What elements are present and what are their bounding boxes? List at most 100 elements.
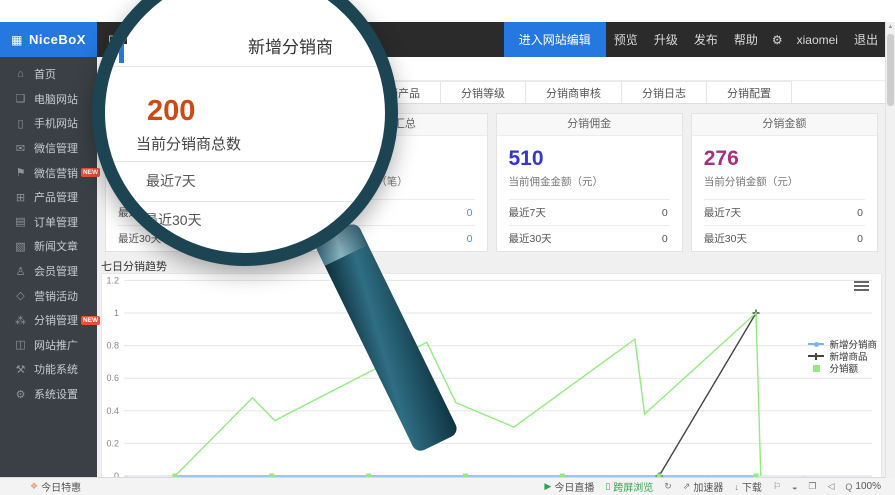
todays-deal[interactable]: ❖ 今日特惠	[0, 479, 81, 494]
publish-link[interactable]: 发布	[686, 31, 726, 48]
stat-card-value-label: 当前分销金额（元）	[704, 174, 865, 189]
sidebar-item-product-manage[interactable]: ⊞ 产品管理	[0, 185, 97, 210]
logo-text: NiceBoX	[29, 32, 86, 47]
live-broadcast-label: 今日直播	[554, 479, 594, 494]
live-broadcast[interactable]: ▶ 今日直播	[544, 479, 594, 494]
sidebar: ⌂ 首页 ❑ 电脑网站 ▯ 手机网站 ✉ 微信管理 ⚑ 微信营销 NEW ⊞ 产…	[0, 57, 97, 478]
new-badge: NEW	[81, 168, 100, 177]
chart-plot: 00.20.40.60.811.22016-09-032016-09-04201…	[102, 274, 881, 487]
tab-distributor-review[interactable]: 分销商审核	[526, 81, 622, 103]
refresh-icon: ↻	[664, 481, 672, 492]
sidebar-item-site-promotion[interactable]: ◫ 网站推广	[0, 333, 97, 358]
chart-menu-button[interactable]	[854, 281, 869, 293]
sidebar-item-mobile-site[interactable]: ▯ 手机网站	[0, 111, 97, 136]
chart-legend: 新增分销商 新增商品 分销额	[808, 338, 877, 374]
sidebar-item-wechat-marketing[interactable]: ⚑ 微信营销 NEW	[0, 160, 97, 185]
mute-button[interactable]: ◁	[827, 481, 834, 492]
svg-text:0.4: 0.4	[106, 406, 119, 416]
sidebar-item-system-settings[interactable]: ⚙ 系统设置	[0, 382, 97, 407]
product-icon: ⊞	[13, 191, 28, 204]
help-link[interactable]: 帮助	[726, 31, 766, 48]
stat-row-value: 0	[855, 207, 863, 219]
stat-row: 最近30天 0	[509, 225, 670, 251]
username[interactable]: xiaomei	[789, 33, 846, 47]
tab-distribution-config[interactable]: 分销配置	[707, 81, 792, 103]
sidebar-item-news-articles[interactable]: ▧ 新闻文章	[0, 234, 97, 259]
zoom-level-value: 100%	[855, 481, 881, 492]
sidebar-item-distribution-manage[interactable]: ⁂ 分销管理 NEW	[0, 308, 97, 333]
tab-distribution-log[interactable]: 分销日志	[622, 81, 707, 103]
sidebar-item-member-manage[interactable]: ♙ 会员管理	[0, 259, 97, 284]
sidebar-item-label: 功能系统	[34, 361, 78, 377]
sidebar-item-marketing-campaign[interactable]: ◇ 营销活动	[0, 283, 97, 308]
stat-row-value-link[interactable]: 0	[465, 207, 473, 219]
sidebar-item-label: 微信营销	[34, 165, 78, 181]
svg-text:1.2: 1.2	[106, 275, 119, 285]
stat-row-value: 0	[855, 233, 863, 245]
gift-icon: ❖	[30, 481, 38, 492]
magnified-stat-row-label: 最近30天	[144, 210, 202, 230]
stat-row-value-link[interactable]: 0	[465, 233, 473, 245]
sidebar-item-label: 会员管理	[34, 263, 78, 279]
statusbar: ❖ 今日特惠 ▶ 今日直播 ▯ 跨屏浏览 ↻ ⇗ 加速器 ↓ 下载	[0, 477, 895, 495]
sidebar-item-order-manage[interactable]: ▤ 订单管理	[0, 210, 97, 235]
statusbar-right: ▶ 今日直播 ▯ 跨屏浏览 ↻ ⇗ 加速器 ↓ 下载 ⚐ ◒	[544, 479, 895, 494]
legend-line-plus-marker	[808, 355, 824, 357]
screen: ▦ NiceBoX ⊡ 进入网站编辑 预览 升级 发布 帮助 ⚙ xiaomei…	[0, 0, 895, 495]
topbar-right: 进入网站编辑 预览 升级 发布 帮助 ⚙ xiaomei 退出	[504, 22, 886, 57]
stat-row: 最近30天 0	[704, 225, 865, 251]
sidebar-item-label: 电脑网站	[34, 91, 78, 107]
cross-screen-label: 跨屏浏览	[613, 479, 653, 494]
download[interactable]: ↓ 下载	[734, 479, 762, 494]
divider	[105, 161, 385, 162]
preview-link[interactable]: 预览	[606, 31, 646, 48]
scrollbar-thumb[interactable]	[887, 34, 894, 106]
stat-card-commission: 分销佣金 510 当前佣金金额（元） 最近7天 0 最近30天 0	[496, 113, 683, 252]
logo[interactable]: ▦ NiceBoX	[0, 22, 97, 57]
logout-link[interactable]: 退出	[846, 31, 886, 48]
enter-site-editor-button[interactable]: 进入网站编辑	[504, 22, 606, 57]
upgrade-link[interactable]: 升级	[646, 31, 686, 48]
window-mode-button[interactable]: ❐	[808, 481, 816, 492]
download-label: 下载	[742, 479, 762, 494]
stat-row: 最近7天 0	[509, 199, 670, 225]
stat-card-title: 分销佣金	[497, 114, 682, 136]
distribution-trend-chart: 00.20.40.60.811.22016-09-032016-09-04201…	[101, 273, 882, 488]
tab-distribution-levels[interactable]: 分销等级	[441, 81, 526, 103]
flag-button[interactable]: ⚐	[773, 481, 781, 492]
divider	[105, 66, 385, 67]
magnifier-icon: Q	[845, 482, 852, 492]
stat-card-distribution-amount: 分销金额 276 当前分销金额（元） 最近7天 0 最近30天 0	[691, 113, 878, 252]
svg-text:1: 1	[114, 308, 119, 318]
magnified-accent-bar	[119, 33, 124, 63]
booster[interactable]: ⇗ 加速器	[683, 479, 724, 494]
flag-icon: ⚐	[773, 481, 781, 492]
zoom-level[interactable]: Q 100%	[845, 481, 881, 492]
sidebar-item-desktop-site[interactable]: ❑ 电脑网站	[0, 87, 97, 112]
scrollbar[interactable]: ▲	[885, 22, 895, 478]
magnified-view: 新增分销商 200 当前分销商总数 最近7天 最近30天	[105, 0, 385, 253]
stat-row-label: 最近30天	[704, 231, 747, 246]
toolbox-icon: ⚒	[13, 363, 28, 376]
sidebar-item-label: 新闻文章	[34, 238, 78, 254]
desktop-icon: ❑	[13, 92, 28, 105]
sidebar-item-function-system[interactable]: ⚒ 功能系统	[0, 357, 97, 382]
gear-icon[interactable]: ⚙	[766, 33, 789, 47]
legend-square-marker	[813, 365, 820, 372]
refresh-button[interactable]: ↻	[664, 481, 672, 492]
sidebar-item-label: 订单管理	[34, 214, 78, 230]
sidebar-item-home[interactable]: ⌂ 首页	[0, 62, 97, 87]
mobile-icon: ▯	[13, 117, 28, 130]
download-icon: ↓	[734, 482, 739, 492]
sidebar-item-wechat-manage[interactable]: ✉ 微信管理	[0, 136, 97, 161]
sidebar-item-label: 营销活动	[34, 288, 78, 304]
tag-icon: ◇	[13, 289, 28, 302]
scroll-up-arrow[interactable]: ▲	[886, 22, 895, 32]
cross-screen-browse[interactable]: ▯ 跨屏浏览	[605, 479, 653, 494]
phone-screen-icon: ▯	[605, 481, 610, 492]
stat-row-label: 最近7天	[704, 205, 741, 220]
legend-item-distribution-amount[interactable]: 分销额	[808, 362, 877, 374]
compat-mode-button[interactable]: ◒	[792, 482, 797, 492]
svg-text:0.2: 0.2	[106, 438, 119, 448]
stat-card-value: 276	[704, 144, 865, 174]
